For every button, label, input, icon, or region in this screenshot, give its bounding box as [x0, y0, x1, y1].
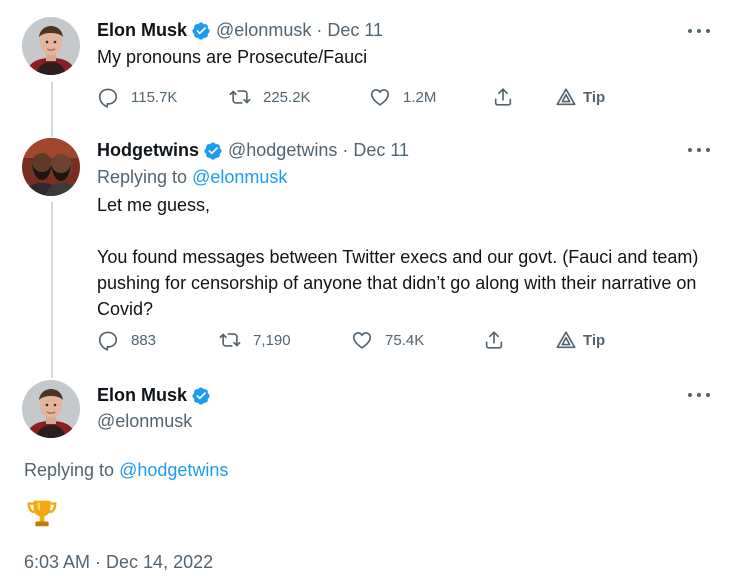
- retweet-icon: [229, 86, 251, 108]
- tip-button[interactable]: Tip: [555, 85, 605, 109]
- verified-badge-icon: [203, 141, 223, 161]
- more-options-icon[interactable]: [688, 146, 710, 154]
- replying-to: Replying to @hodgetwins: [24, 460, 228, 481]
- avatar[interactable]: [22, 138, 80, 196]
- reply-count: 115.7K: [131, 88, 178, 106]
- thread-line-2: [51, 202, 53, 378]
- separator-dot: ·: [342, 140, 349, 160]
- tip-label: Tip: [583, 331, 606, 349]
- reply-button[interactable]: 883: [97, 328, 156, 352]
- tweet-header: Elon Musk @elonmusk · Dec 11: [97, 20, 383, 41]
- replying-to-link[interactable]: @hodgetwins: [119, 460, 228, 480]
- tip-icon: [555, 86, 577, 108]
- reply-count: 883: [131, 331, 157, 349]
- thread-line-1: [51, 82, 53, 137]
- tweet-text: Let me guess, You found messages between…: [97, 195, 699, 319]
- author-name[interactable]: Hodgetwins: [97, 140, 199, 161]
- tweet-actions: 115.7K 225.2K 1.2M Tip: [97, 85, 657, 109]
- tip-button[interactable]: Tip: [555, 328, 605, 352]
- verified-badge-icon: [191, 386, 211, 406]
- retweet-count: 225.2K: [263, 88, 311, 106]
- replying-to-label: Replying to: [24, 460, 120, 480]
- like-count: 75.4K: [385, 331, 425, 349]
- like-button[interactable]: 75.4K: [351, 328, 424, 352]
- replying-to-link[interactable]: @elonmusk: [192, 167, 287, 187]
- reply-icon: [97, 86, 119, 108]
- share-icon: [492, 86, 514, 108]
- heart-icon: [351, 329, 373, 351]
- share-button[interactable]: [492, 85, 514, 109]
- tweet-text: My pronouns are Prosecute/Fauci: [97, 47, 368, 67]
- share-icon: [483, 329, 505, 351]
- tweet-timestamp[interactable]: 6:03 AM · Dec 14, 2022: [24, 552, 213, 573]
- separator-dot: ·: [316, 20, 323, 40]
- share-button[interactable]: [483, 328, 505, 352]
- tweet-date[interactable]: Dec 11: [327, 20, 383, 41]
- verified-badge-icon: [191, 21, 211, 41]
- tip-icon: [555, 329, 577, 351]
- more-options-icon[interactable]: [688, 27, 710, 35]
- tip-label: Tip: [583, 88, 606, 106]
- replying-to: Replying to @elonmusk: [97, 167, 287, 188]
- heart-icon: [369, 86, 391, 108]
- trophy-icon: [25, 496, 59, 530]
- tweet-header: Elon Musk: [97, 385, 216, 406]
- retweet-icon: [219, 329, 241, 351]
- replying-to-label: Replying to: [97, 167, 193, 187]
- tweet-header: Hodgetwins @hodgetwins · Dec 11: [97, 140, 409, 161]
- author-handle[interactable]: @hodgetwins: [228, 140, 337, 161]
- reply-icon: [97, 329, 119, 351]
- author-handle[interactable]: @elonmusk: [216, 20, 311, 41]
- retweet-button[interactable]: 7,190: [219, 328, 291, 352]
- author-name[interactable]: Elon Musk: [97, 385, 187, 406]
- retweet-count: 7,190: [253, 331, 291, 349]
- author-name[interactable]: Elon Musk: [97, 20, 187, 41]
- like-count: 1.2M: [403, 88, 437, 106]
- avatar[interactable]: [22, 380, 80, 438]
- like-button[interactable]: 1.2M: [369, 85, 436, 109]
- reply-button[interactable]: 115.7K: [97, 85, 177, 109]
- tweet-actions: 883 7,190 75.4K Tip: [97, 328, 657, 352]
- retweet-button[interactable]: 225.2K: [229, 85, 311, 109]
- avatar[interactable]: [22, 17, 80, 75]
- more-options-icon[interactable]: [688, 391, 710, 399]
- author-handle[interactable]: @elonmusk: [97, 411, 192, 432]
- tweet-date[interactable]: Dec 11: [353, 140, 409, 161]
